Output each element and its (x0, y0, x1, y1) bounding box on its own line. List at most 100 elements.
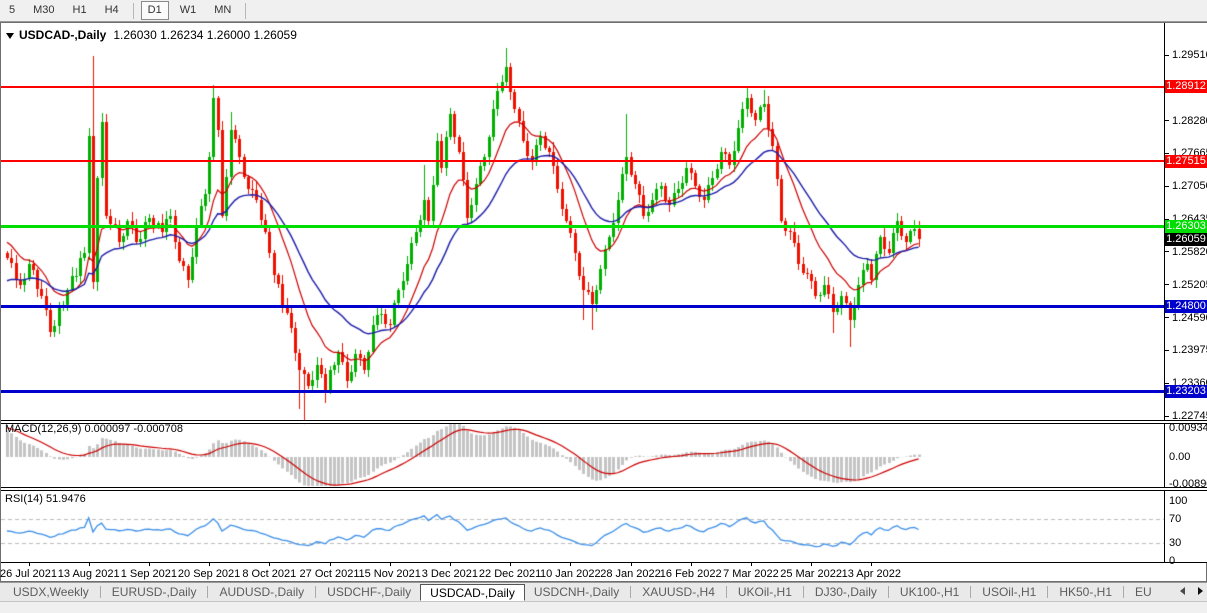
symbol-name: USDCAD-,Daily (19, 28, 106, 42)
chart-tab-usdx-weekly[interactable]: USDX,Weekly (4, 584, 98, 600)
timeframe-button-h1[interactable]: H1 (66, 1, 94, 20)
macd-indicator-label: MACD(12,26,9) 0.000097 -0.000708 (5, 423, 183, 435)
toolbar-separator (133, 3, 134, 19)
timeframe-button-h4[interactable]: H4 (98, 1, 126, 20)
chart-tab-bar[interactable]: USDX,Weekly EURUSD-,DailyAUDUSD-,Daily USD… (0, 582, 1207, 601)
price-badge-1-23203: 1.23203 (1165, 385, 1207, 398)
date-label: 26 Jul 2021 (0, 568, 57, 580)
timeframe-button-mn[interactable]: MN (207, 1, 238, 20)
tab-separator (630, 586, 631, 598)
tab-separator (100, 586, 101, 598)
date-tick (330, 563, 331, 566)
date-tick (691, 563, 692, 566)
chart-tab-ukoil-h1[interactable]: UKOil-,H1 (729, 584, 801, 600)
chart-tab-usdcnh-daily[interactable]: USDCNH-,Daily (525, 584, 628, 600)
chart-tab-usdcad-daily[interactable]: USDCAD-,Daily (420, 584, 525, 601)
tab-scroll-right-icon[interactable] (1195, 584, 1205, 598)
current-price-badge: 1.26059 (1165, 233, 1207, 246)
timeframe-button-w1[interactable]: W1 (173, 1, 204, 20)
date-tick (89, 563, 90, 566)
date-tick (751, 563, 752, 566)
price-tick: 1.28280 (1165, 114, 1207, 127)
date-tick (510, 563, 511, 566)
date-label: 10 Jan 2022 (540, 568, 601, 580)
date-label: 28 Jan 2022 (600, 568, 661, 580)
macd-name: MACD(12,26,9) (5, 423, 81, 435)
price-badge-1-28912: 1.28912 (1165, 80, 1207, 93)
rsi-axis-label: 70 (1169, 513, 1181, 526)
chart-tab-audusd-daily[interactable]: AUDUSD-,Daily (210, 584, 313, 600)
date-label: 13 Apr 2022 (842, 568, 901, 580)
date-tick (570, 563, 571, 566)
chart-tab-eurusd-daily[interactable]: EURUSD-,Daily (103, 584, 206, 600)
price-badge-1-24800: 1.24800 (1165, 300, 1207, 313)
date-label: 22 Dec 2021 (479, 568, 541, 580)
chart-tab-usdchf-daily[interactable]: USDCHF-,Daily (318, 584, 420, 600)
ohlc-values: 1.26030 1.26234 1.26000 1.26059 (113, 28, 297, 42)
tab-scroll-arrows (1177, 584, 1205, 598)
rsi-pane-bottom-border (1, 562, 1207, 563)
tab-separator (1123, 586, 1124, 598)
date-label: 15 Nov 2021 (358, 568, 420, 580)
level-line-1-23203[interactable] (1, 390, 1164, 393)
rsi-value: 51.9476 (46, 493, 86, 505)
macd-axis-label: 0.00 (1169, 451, 1190, 464)
tab-separator (970, 586, 971, 598)
chart-tab-uk100-h1[interactable]: UK100-,H1 (891, 584, 968, 600)
timeframe-button-d1[interactable]: D1 (141, 1, 169, 20)
date-label: 20 Sep 2021 (178, 568, 240, 580)
level-line-1-26303[interactable] (1, 225, 1164, 228)
tab-separator (1047, 586, 1048, 598)
price-badge-1-26303: 1.26303 (1165, 220, 1207, 233)
tab-separator (207, 586, 208, 598)
date-label: 27 Oct 2021 (300, 568, 360, 580)
date-tick (811, 563, 812, 566)
symbol-dropdown-icon[interactable] (6, 33, 14, 39)
date-label: 3 Dec 2021 (422, 568, 478, 580)
timeframe-button-m30[interactable]: M30 (26, 1, 61, 20)
price-badge-1-27515: 1.27515 (1165, 155, 1207, 168)
tab-scroll-left-icon[interactable] (1177, 584, 1187, 598)
level-line-1-28912[interactable] (1, 86, 1164, 88)
rsi-name: RSI(14) (5, 493, 43, 505)
date-label: 8 Oct 2021 (242, 568, 296, 580)
date-label: 25 Mar 2022 (780, 568, 842, 580)
price-tick: 1.29510 (1165, 49, 1207, 62)
chart-tab-xauusd-h4[interactable]: XAUUSD-,H4 (633, 584, 724, 600)
level-line-1-27515[interactable] (1, 160, 1164, 162)
chart-tab-usoil-h1[interactable]: USOil-,H1 (973, 584, 1045, 600)
chart-tab-eu[interactable]: EU (1126, 584, 1161, 600)
tab-separator (803, 586, 804, 598)
tab-separator (726, 586, 727, 598)
rsi-axis-label: 0 (1169, 555, 1175, 568)
pane-separator-main-macd[interactable] (1, 420, 1207, 424)
date-tick (631, 563, 632, 566)
timeframe-toolbar[interactable]: 5M30 H1H4 D1W1MN (0, 0, 1207, 22)
date-tick (29, 563, 30, 566)
date-tick (450, 563, 451, 566)
date-label: 1 Sep 2021 (121, 568, 177, 580)
timeframe-button-5[interactable]: 5 (2, 1, 22, 20)
level-line-1-24800[interactable] (1, 305, 1164, 308)
date-tick (390, 563, 391, 566)
toolbar-separator (245, 3, 246, 19)
price-tick: 1.27050 (1165, 180, 1207, 193)
price-tick: 1.25820 (1165, 245, 1207, 258)
date-tick (871, 563, 872, 566)
chart-tab-dj30-daily[interactable]: DJ30-,Daily (806, 584, 886, 600)
price-tick: 1.25205 (1165, 278, 1207, 291)
date-tick (209, 563, 210, 566)
price-tick: 1.23975 (1165, 344, 1207, 357)
macd-values: 0.000097 -0.000708 (84, 423, 182, 435)
date-label: 16 Feb 2022 (660, 568, 722, 580)
chart-title: USDCAD-,Daily 1.26030 1.26234 1.26000 1.… (6, 28, 297, 42)
price-chart-canvas[interactable] (1, 23, 1164, 563)
tab-separator (888, 586, 889, 598)
pane-separator-macd-rsi[interactable] (1, 487, 1207, 491)
date-tick (149, 563, 150, 566)
rsi-indicator-label: RSI(14) 51.9476 (5, 493, 86, 505)
date-tick (269, 563, 270, 566)
chart-tab-hk50-h1[interactable]: HK50-,H1 (1050, 584, 1121, 600)
status-bar (0, 601, 1207, 613)
price-tick: 1.24590 (1165, 311, 1207, 324)
